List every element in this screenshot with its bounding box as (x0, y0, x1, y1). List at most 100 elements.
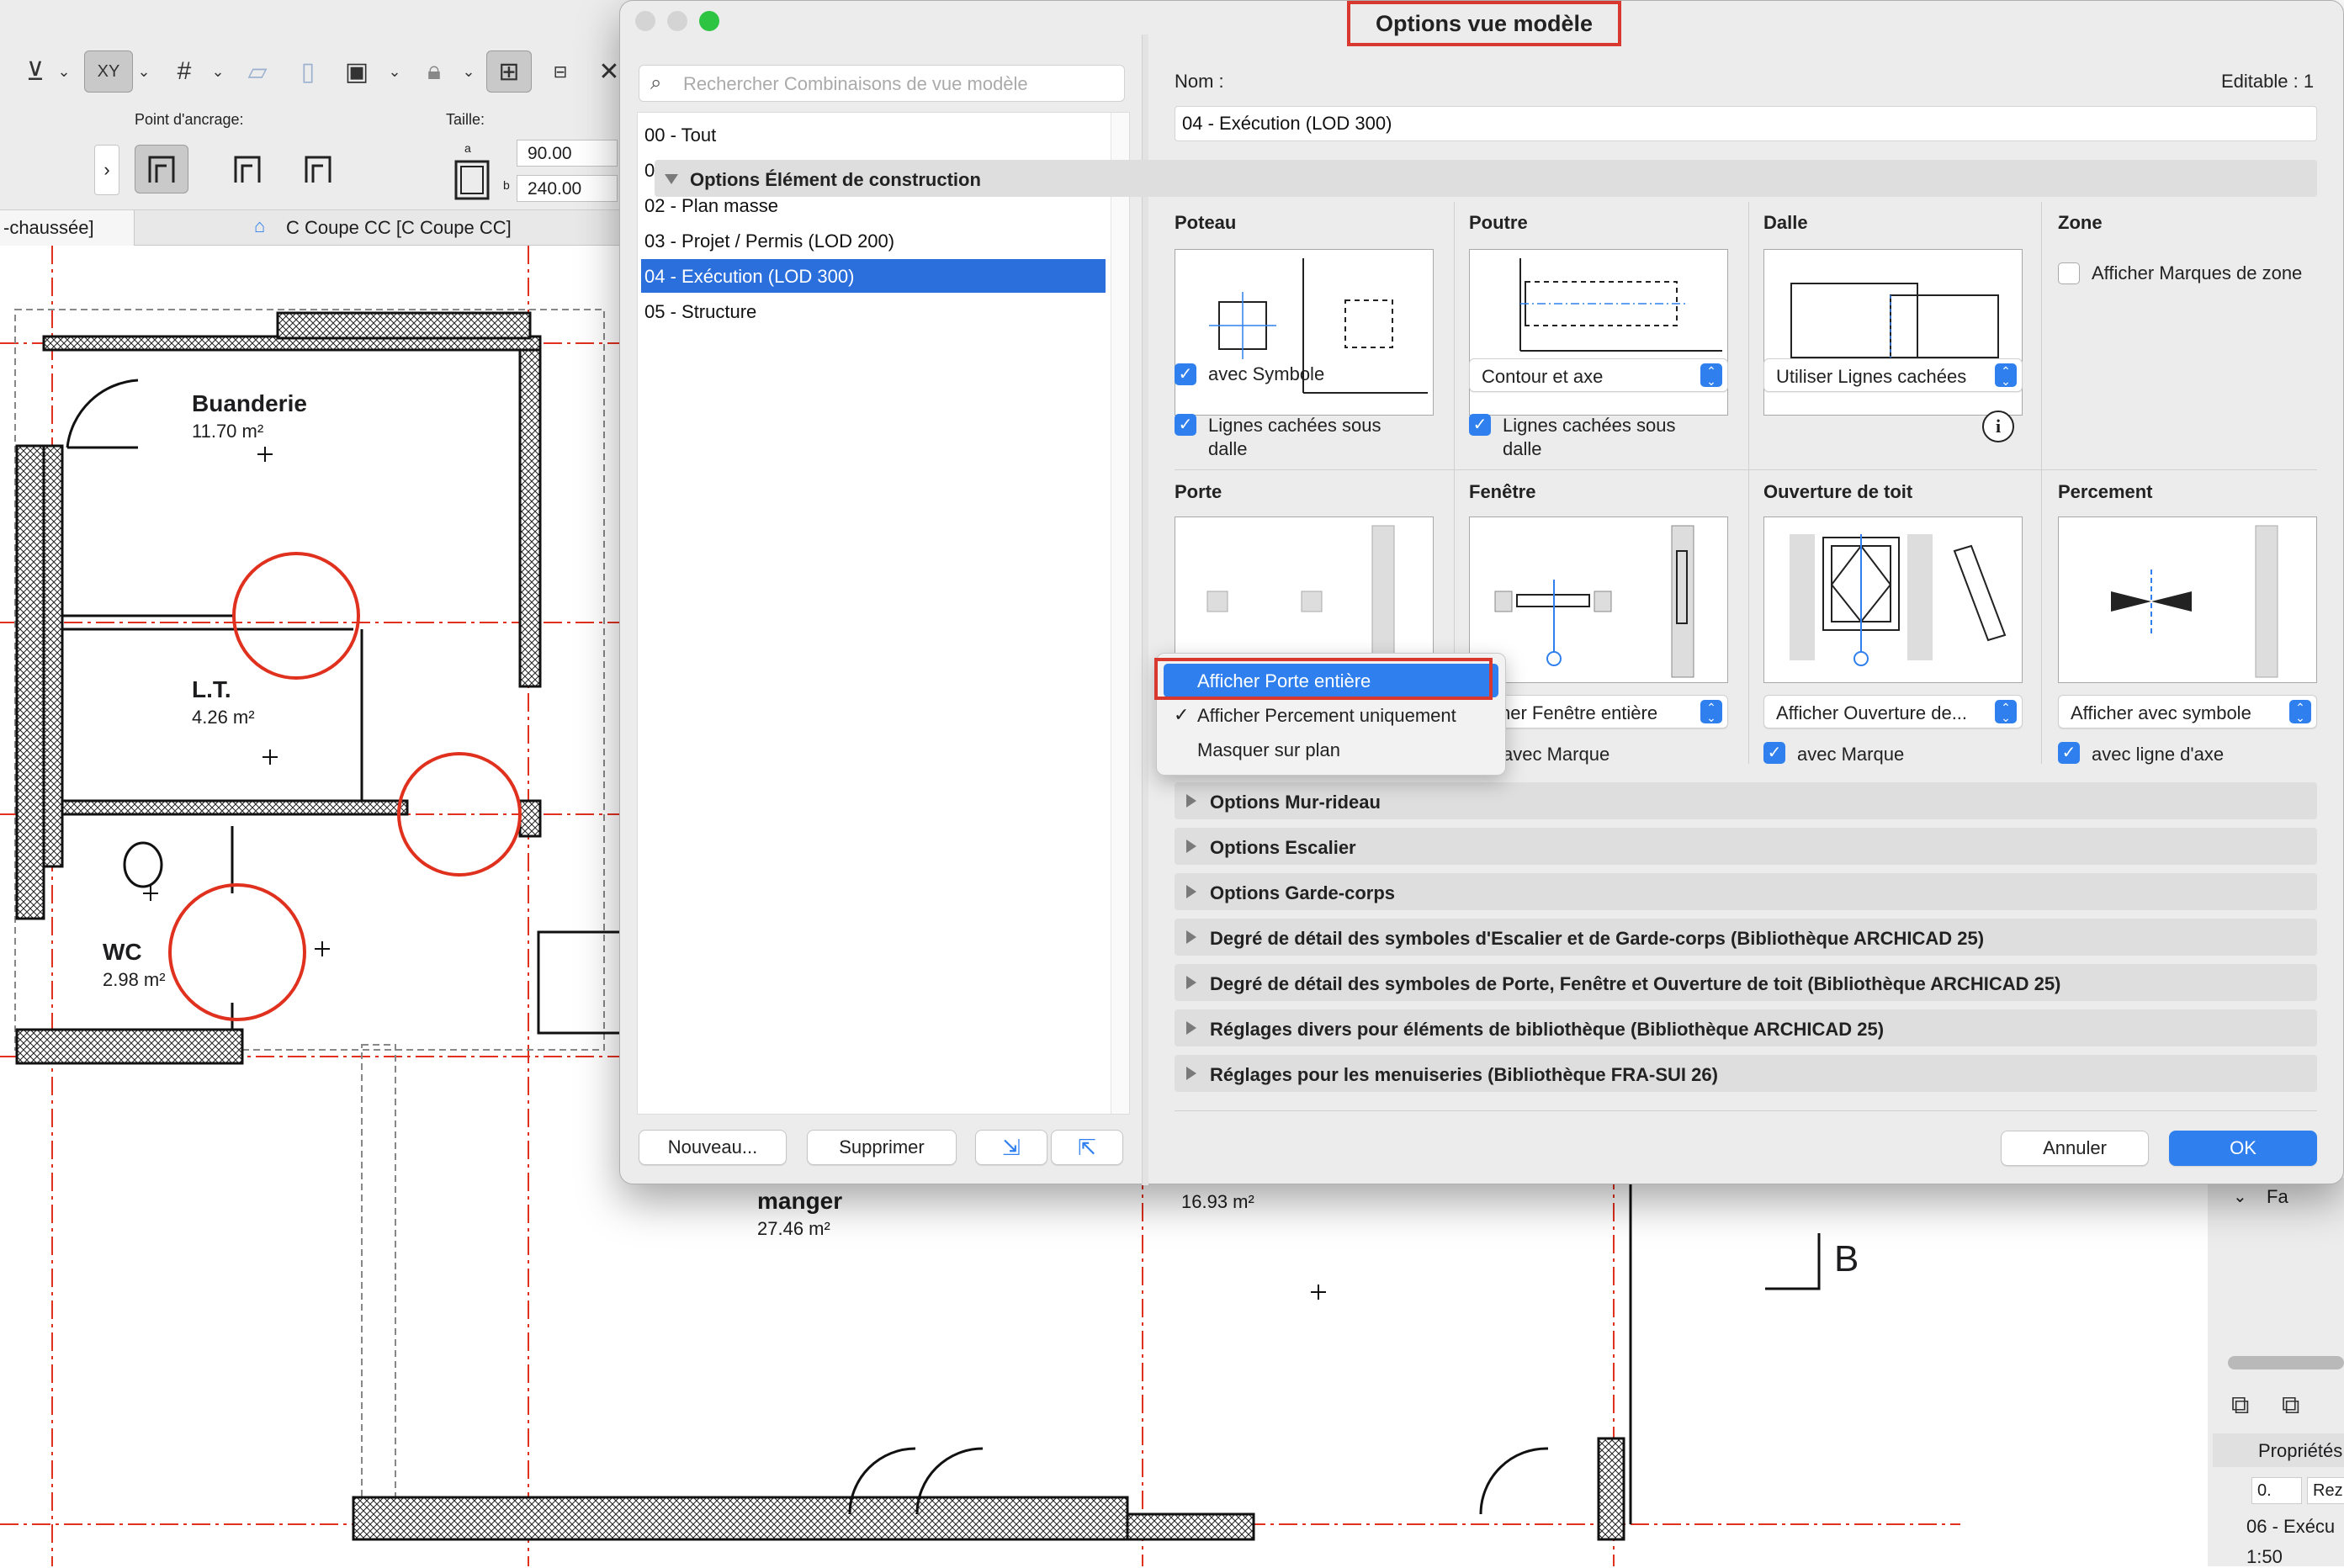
navigator-item[interactable]: Fa (2267, 1186, 2288, 1208)
row-divider (1175, 469, 2317, 470)
column-poutre: Poutre (1469, 212, 1528, 233)
room-name: WC (103, 939, 142, 965)
tab-story[interactable]: -chaussée] (0, 210, 135, 246)
roof-window-display-select[interactable]: Afficher Ouverture de... ⌃ ⌄ (1763, 695, 2023, 728)
chevron-down-icon[interactable]: ⌄ (2233, 1186, 2247, 1207)
checkmark-icon: ✓ (1174, 704, 1190, 725)
section-marker-label: B (1834, 1238, 1859, 1279)
menu-item[interactable]: Masquer sur plan (1164, 733, 1498, 766)
pane-splitter[interactable] (1142, 34, 1148, 1185)
opening-axis-checkbox[interactable]: ✓ (2058, 742, 2080, 764)
room-label-wc: WC 2.98 m² (103, 939, 166, 992)
new-layout-icon[interactable]: ⧉ (2231, 1391, 2249, 1420)
chevron-down-icon[interactable]: ⌄ (459, 50, 478, 93)
beam-display-select[interactable]: Contour et axe ⌃ ⌄ (1469, 358, 1728, 392)
ruler-icon[interactable]: ⊟ (540, 50, 581, 93)
import-icon[interactable]: ⇲ (975, 1130, 1047, 1165)
collapsed-section[interactable]: Degré de détail des symboles d'Escalier … (1175, 919, 2317, 956)
collapsed-section[interactable]: Options Escalier (1175, 828, 2317, 865)
roof-window-preview (1763, 516, 2023, 683)
size-b-field[interactable]: 240.00 (517, 175, 618, 202)
size-a-field[interactable]: 90.00 (517, 140, 618, 167)
vertical-plane-icon[interactable]: ▯ (291, 50, 325, 93)
column-zone: Zone (2058, 212, 2103, 233)
collapsed-section[interactable]: Réglages pour les menuiseries (Bibliothè… (1175, 1055, 2317, 1092)
info-icon[interactable]: i (1982, 411, 2014, 442)
plane-icon[interactable]: ▱ (237, 50, 278, 93)
beam-hidden-lines-checkbox[interactable]: ✓ (1469, 414, 1491, 436)
disclosure-triangle-icon (1186, 930, 1196, 944)
collapsed-section[interactable]: Réglages divers pour éléments de bibliot… (1175, 1009, 2317, 1046)
anchor-center-icon[interactable] (220, 145, 274, 193)
scrollbar[interactable] (2228, 1356, 2344, 1369)
disclosure-triangle-icon (1186, 794, 1196, 808)
collapsed-section[interactable]: Degré de détail des symboles de Porte, F… (1175, 964, 2317, 1001)
view-tab-bar: -chaussée] ⌂ C Coupe CC [C Coupe CC] (0, 210, 639, 246)
anchor-left-icon[interactable] (135, 145, 188, 193)
layer-tool-icon[interactable]: ⊞ (486, 50, 532, 93)
select-value: Utiliser Lignes cachées (1776, 366, 1967, 387)
menu-item[interactable]: ✓ Afficher Percement uniquement (1164, 698, 1498, 732)
section-title: Réglages divers pour éléments de bibliot… (1210, 1019, 1885, 1040)
export-icon[interactable]: ⇱ (1051, 1130, 1123, 1165)
zone-marker-label: Afficher Marques de zone (2092, 262, 2303, 283)
section-title: Options Mur-rideau (1210, 792, 1381, 813)
chevron-down-icon[interactable]: ⌄ (56, 50, 72, 93)
new-button[interactable]: Nouveau... (639, 1130, 787, 1165)
column-symbol-checkbox[interactable]: ✓ (1175, 363, 1196, 385)
properties-field-2[interactable]: Rez (2307, 1477, 2344, 1504)
view-combination-item[interactable]: 04 - Exécution (LOD 300) (641, 259, 1106, 293)
dialog-title: Options vue modèle (1347, 1, 1621, 46)
column-divider (2041, 202, 2042, 764)
chevron-down-icon[interactable]: ⌄ (135, 50, 153, 93)
collapsed-section[interactable]: Options Mur-rideau (1175, 782, 2317, 819)
delete-button[interactable]: Supprimer (807, 1130, 957, 1165)
cancel-button[interactable]: Annuler (2001, 1131, 2149, 1166)
grid-snap-icon[interactable]: # (165, 50, 204, 93)
opening-display-select[interactable]: Afficher avec symbole ⌃ ⌄ (2058, 695, 2317, 728)
view-combination-item[interactable]: 05 - Structure (641, 294, 1106, 328)
roof-window-marker-checkbox[interactable]: ✓ (1763, 742, 1785, 764)
search-icon: ⌕ (650, 72, 662, 94)
collapsed-section[interactable]: Options Garde-corps (1175, 873, 2317, 910)
view-combination-item[interactable]: 00 - Tout (641, 118, 1106, 151)
section-construction-options[interactable]: Options Élément de construction (655, 160, 2317, 197)
anchor-right-icon[interactable] (291, 145, 345, 193)
disclosure-triangle-icon (1186, 840, 1196, 853)
disclosure-triangle-icon (1186, 1021, 1196, 1035)
new-view-icon[interactable]: ⧉ (2282, 1391, 2299, 1420)
slab-display-select[interactable]: Utiliser Lignes cachées ⌃ ⌄ (1763, 358, 2023, 392)
name-field[interactable]: 04 - Exécution (LOD 300) (1175, 106, 2317, 141)
stepper-icon: ⌃ ⌄ (1995, 700, 2017, 723)
lock-icon[interactable]: 🔒︎ (416, 50, 453, 93)
chevron-down-icon[interactable]: ⌄ (209, 50, 227, 93)
tab-section[interactable]: C Coupe CC [C Coupe CC] (286, 217, 512, 239)
room-name: Buanderie (192, 390, 307, 416)
properties-header[interactable]: Propriétés (2213, 1433, 2344, 1467)
ok-button[interactable]: OK (2169, 1131, 2317, 1166)
linear-dimension-icon[interactable]: ⊻ (10, 50, 61, 93)
xy-coordinate-icon[interactable]: XY (84, 50, 133, 93)
box-icon[interactable]: ▣ (337, 50, 377, 93)
scrollbar[interactable] (1111, 113, 1129, 1114)
close-window-button[interactable] (635, 11, 655, 31)
chevron-right-icon[interactable]: › (94, 145, 119, 195)
zone-marker-checkbox[interactable] (2058, 262, 2080, 284)
scale-value: 1:50 (2246, 1546, 2283, 1567)
search-input[interactable]: Rechercher Combinaisons de vue modèle (639, 65, 1125, 102)
column-hidden-lines-checkbox[interactable]: ✓ (1175, 414, 1196, 436)
roof-window-marker-label: avec Marque (1797, 744, 1905, 765)
column-percement: Percement (2058, 481, 2153, 502)
window-display-select[interactable]: ficher Fenêtre entière ⌃ ⌄ (1469, 695, 1728, 728)
chevron-down-icon[interactable]: ⌄ (385, 50, 404, 93)
disclosure-triangle-icon (1186, 976, 1196, 989)
label-line: dalle (1503, 438, 1542, 459)
select-value: Contour et axe (1482, 366, 1604, 387)
section-title: Réglages pour les menuiseries (Bibliothè… (1210, 1064, 1718, 1085)
minimize-window-button[interactable] (667, 11, 687, 31)
menu-item-label: Afficher Percement uniquement (1197, 705, 1456, 726)
select-value: Afficher avec symbole (2071, 702, 2251, 723)
properties-field[interactable]: 0. (2251, 1477, 2302, 1504)
view-combination-item[interactable]: 03 - Projet / Permis (LOD 200) (641, 224, 1106, 257)
zoom-window-button[interactable] (699, 11, 719, 31)
